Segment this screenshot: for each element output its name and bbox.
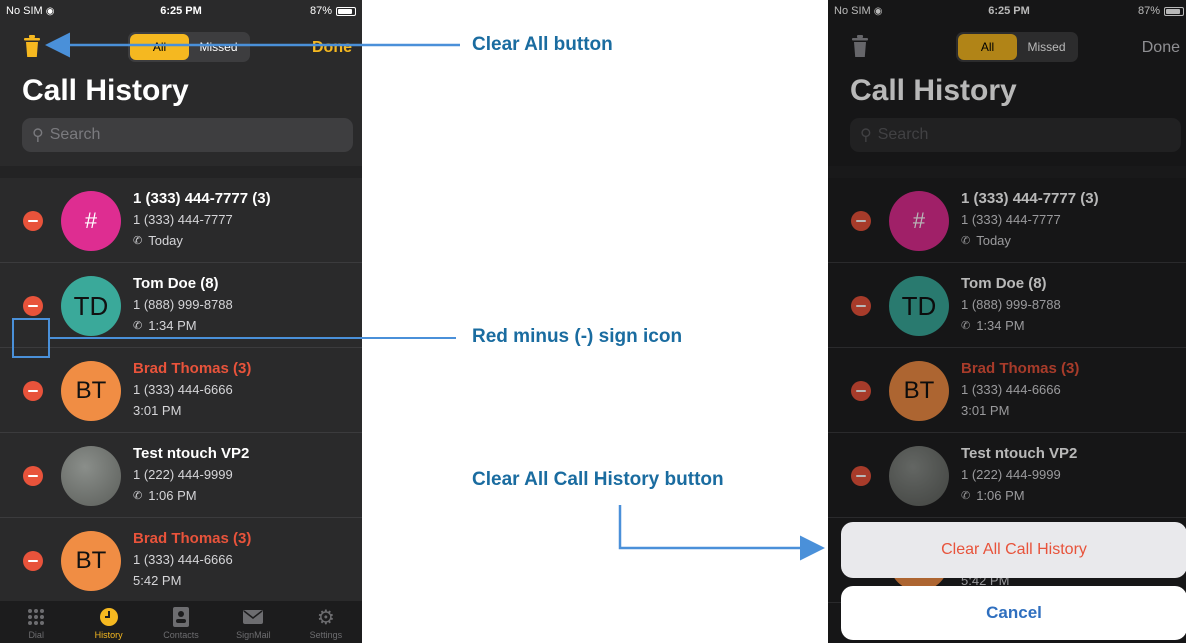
search-icon: ⚲ [32, 127, 44, 144]
arrow-clear-all-history [618, 505, 825, 561]
trash-icon[interactable] [22, 34, 42, 58]
avatar: BT [61, 361, 121, 421]
keypad-icon [25, 606, 47, 628]
call-time: 3:01 PM [133, 403, 182, 418]
search-placeholder: Search [49, 126, 101, 143]
avatar-photo [61, 446, 121, 506]
page-title: Call History [22, 74, 189, 107]
status-bar: No SIM ◉ 6:25 PM 87% [0, 0, 362, 22]
call-history-list: # 1 (333) 444-7777 (3) 1 (333) 444-7777 … [0, 178, 362, 603]
call-time: 1:06 PM [148, 488, 197, 503]
avatar: TD [61, 276, 121, 336]
call-time: 1:34 PM [148, 318, 197, 333]
tab-contacts[interactable]: Contacts [145, 601, 217, 643]
right-phone-screen: No SIM ◉ 6:25 PM 87% All Missed Done Cal… [828, 0, 1186, 643]
tab-label: Dial [28, 630, 44, 640]
contact-number: 1 (333) 444-7777 [133, 212, 233, 227]
call-time: Today [148, 233, 183, 248]
segment-missed[interactable]: Missed [189, 34, 248, 60]
delete-minus-icon[interactable] [23, 296, 43, 316]
contact-name: Brad Thomas (3) [133, 530, 252, 547]
contact-number: 1 (888) 999-8788 [133, 297, 233, 312]
list-divider [0, 166, 362, 178]
filter-segmented-control: All Missed [128, 32, 250, 62]
tab-bar: Dial History Contacts SignMail ⚙ Setting… [0, 601, 362, 643]
tab-label: History [94, 630, 123, 640]
clear-all-call-history-button[interactable]: Clear All Call History [841, 522, 1186, 578]
callout-red-minus: Red minus (-) sign icon [472, 326, 683, 347]
gear-icon: ⚙ [316, 606, 335, 629]
clock-icon [98, 606, 120, 628]
list-item[interactable]: # 1 (333) 444-7777 (3) 1 (333) 444-7777 … [0, 178, 362, 263]
callout-clear-all-history: Clear All Call History button [472, 469, 724, 490]
tab-label: SignMail [236, 630, 271, 640]
contact-name: 1 (333) 444-7777 (3) [133, 190, 271, 207]
avatar: # [61, 191, 121, 251]
done-button[interactable]: Done [312, 39, 352, 57]
cancel-button[interactable]: Cancel [841, 586, 1186, 640]
tab-signmail[interactable]: SignMail [217, 601, 289, 643]
tab-dial[interactable]: Dial [0, 601, 72, 643]
list-item[interactable]: BT Brad Thomas (3) 1 (333) 444-6666 5:42… [0, 518, 362, 603]
carrier-label: No SIM ◉ [6, 5, 55, 17]
delete-minus-icon[interactable] [23, 466, 43, 486]
top-bar: All Missed Done [0, 30, 362, 64]
list-item[interactable]: Test ntouch VP2 1 (222) 444-9999 ✆ 1:06 P… [0, 433, 362, 518]
mail-icon [242, 606, 264, 628]
tab-label: Contacts [163, 630, 199, 640]
contact-name: Tom Doe (8) [133, 275, 219, 292]
tab-label: Settings [309, 630, 343, 640]
contact-number: 1 (222) 444-9999 [133, 467, 233, 482]
tab-history[interactable]: History [72, 601, 144, 643]
battery-icon [336, 6, 356, 16]
delete-minus-icon[interactable] [23, 211, 43, 231]
left-phone-screen: No SIM ◉ 6:25 PM 87% All Missed Done Cal… [0, 0, 362, 643]
tab-settings[interactable]: ⚙ Settings [290, 601, 362, 643]
search-input[interactable]: ⚲ Search [22, 118, 353, 152]
contact-name: Brad Thomas (3) [133, 360, 252, 377]
callout-clear-all-button: Clear All button [472, 34, 613, 55]
segment-all[interactable]: All [130, 34, 189, 60]
delete-minus-icon[interactable] [23, 551, 43, 571]
list-item[interactable]: BT Brad Thomas (3) 1 (333) 444-6666 3:01… [0, 348, 362, 433]
contact-number: 1 (333) 444-6666 [133, 382, 233, 397]
call-icon: ✆ [133, 320, 143, 332]
delete-minus-icon[interactable] [23, 381, 43, 401]
call-time: 5:42 PM [133, 573, 182, 588]
avatar: BT [61, 531, 121, 591]
minus-highlight-box [12, 318, 50, 358]
contacts-icon [170, 606, 192, 628]
call-icon: ✆ [133, 235, 143, 247]
contact-number: 1 (333) 444-6666 [133, 552, 233, 567]
wifi-icon: ◉ [45, 6, 55, 17]
contact-name: Test ntouch VP2 [133, 445, 250, 462]
battery-percent: 87% [309, 5, 332, 17]
list-item[interactable]: TD Tom Doe (8) 1 (888) 999-8788 ✆ 1:34 PM [0, 263, 362, 348]
call-icon: ✆ [133, 490, 143, 502]
